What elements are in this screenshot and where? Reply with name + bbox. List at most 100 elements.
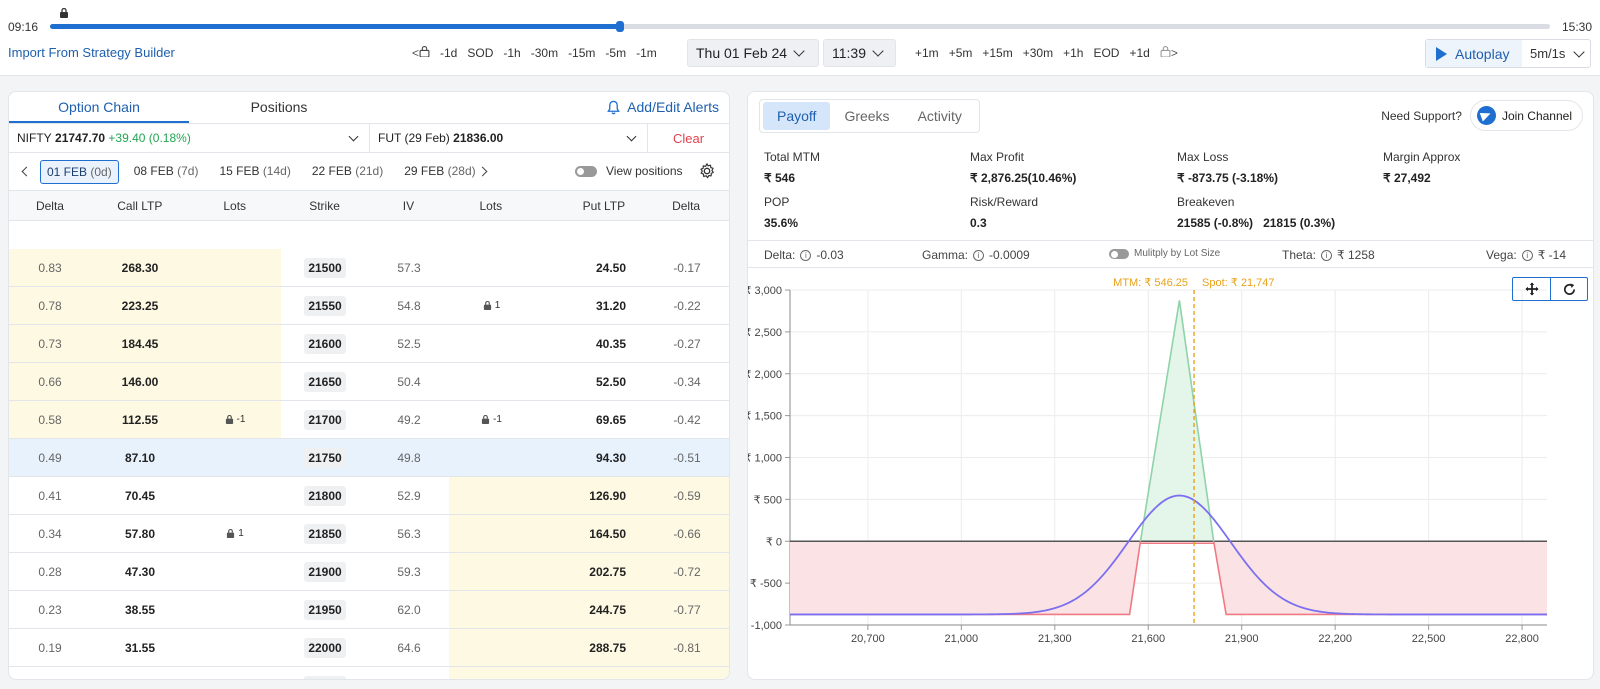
col-put-delta: Delta xyxy=(672,198,701,213)
clear-button[interactable]: Clear xyxy=(648,124,729,152)
table-row[interactable]: 0.73 184.45 21600 52.5 40.35 -0.27 xyxy=(9,325,729,363)
call-ltp-cell[interactable]: 87.10 xyxy=(91,439,189,476)
tab-greeks[interactable]: Greeks xyxy=(830,102,903,130)
put-lots-cell xyxy=(449,629,534,666)
put-lots-cell xyxy=(449,439,534,476)
greek-vega: Vega: i ₹ -14 xyxy=(1486,248,1566,262)
autoplay-button[interactable]: Autoplay xyxy=(1426,40,1522,67)
step-forward-1m[interactable]: +1m xyxy=(910,44,944,62)
step-back-30m[interactable]: -30m xyxy=(526,44,563,62)
lot-indicator: -1 xyxy=(481,414,502,425)
put-ltp-cell[interactable]: 24.50 xyxy=(534,249,644,286)
step-forward-5m[interactable]: +5m xyxy=(944,44,978,62)
put-ltp-cell[interactable]: 288.75 xyxy=(534,629,644,666)
expiry-chip[interactable]: 01 FEB (0d) xyxy=(40,159,119,184)
put-ltp-cell[interactable]: 126.90 xyxy=(534,477,644,514)
speed-select[interactable]: 5m/1s xyxy=(1522,45,1586,61)
step-back-1m[interactable]: -1m xyxy=(631,44,662,62)
table-row[interactable]: 0.58 112.55 -1 21700 49.2 -1 69.65 -0.42 xyxy=(9,401,729,439)
tab-activity[interactable]: Activity xyxy=(904,102,976,130)
step-back-1d[interactable]: -1d xyxy=(435,44,462,62)
reset-zoom-button[interactable] xyxy=(1550,278,1587,300)
put-ltp-cell[interactable]: 40.35 xyxy=(534,325,644,362)
info-icon[interactable]: i xyxy=(1521,249,1533,261)
table-row[interactable]: 0.23 38.55 21950 62.0 244.75 -0.77 xyxy=(9,591,729,629)
chevron-left-icon[interactable] xyxy=(21,166,32,177)
view-positions-toggle[interactable]: View positions xyxy=(575,164,683,178)
date-picker[interactable]: Thu 01 Feb 24 xyxy=(687,39,819,67)
call-ltp-cell[interactable]: 146.00 xyxy=(91,363,189,400)
put-ltp-cell[interactable]: 31.20 xyxy=(534,287,644,324)
call-ltp-cell[interactable]: 112.55 xyxy=(91,401,189,438)
index-selector[interactable]: NIFTY 21747.70 +39.40 (0.18%) xyxy=(9,124,370,152)
pan-button[interactable] xyxy=(1513,278,1550,300)
call-ltp-cell[interactable]: 25.75 xyxy=(91,667,189,680)
join-channel-button[interactable]: Join Channel xyxy=(1469,100,1583,131)
table-row[interactable]: 0.28 47.30 21900 59.3 202.75 -0.72 xyxy=(9,553,729,591)
call-ltp-cell[interactable]: 223.25 xyxy=(91,287,189,324)
step-back-5m[interactable]: -5m xyxy=(600,44,631,62)
put-delta-cell: -0.59 xyxy=(644,477,729,514)
table-row[interactable]: 0.34 57.80 1 21850 56.3 164.50 -0.66 xyxy=(9,515,729,553)
tab-payoff[interactable]: Payoff xyxy=(763,102,831,130)
step-back-SOD[interactable]: SOD xyxy=(462,44,498,62)
call-ltp-cell[interactable]: 38.55 xyxy=(91,591,189,628)
step-back-15m[interactable]: -15m xyxy=(563,44,600,62)
put-ltp-cell[interactable]: 52.50 xyxy=(534,363,644,400)
expiry-chip[interactable]: 22 FEB (21d) xyxy=(306,160,389,184)
step-forward-EOD[interactable]: EOD xyxy=(1088,44,1124,62)
gear-icon[interactable] xyxy=(698,162,716,180)
col-iv: IV xyxy=(402,198,415,213)
call-ltp-cell[interactable]: 31.55 xyxy=(91,629,189,666)
put-ltp-cell[interactable]: 244.75 xyxy=(534,591,644,628)
put-lots-cell xyxy=(449,477,534,514)
add-edit-alerts-button[interactable]: Add/Edit Alerts xyxy=(606,99,719,115)
table-row[interactable]: 0.83 268.30 21500 57.3 24.50 -0.17 xyxy=(9,249,729,287)
put-ltp-cell[interactable]: 202.75 xyxy=(534,553,644,590)
toggle-switch[interactable] xyxy=(1109,248,1129,259)
next-lock-button[interactable]: > xyxy=(1155,44,1183,62)
import-strategy-link[interactable]: Import From Strategy Builder xyxy=(8,45,175,60)
payoff-chart-svg[interactable]: ₹ 3,000 ₹ 2,500 ₹ 2,000 ₹ 1,500 ₹ 1,000 ₹ 500… xyxy=(748,269,1594,680)
info-icon[interactable]: i xyxy=(1321,249,1333,261)
stat-total-mtm: Total MTM ₹ 546 xyxy=(764,150,820,185)
call-ltp-cell[interactable]: 47.30 xyxy=(91,553,189,590)
expiry-chip[interactable]: 29 FEB (28d) xyxy=(398,160,477,184)
put-ltp-cell[interactable]: 94.30 xyxy=(534,439,644,476)
tab-positions[interactable]: Positions xyxy=(189,92,369,123)
multiply-lot-size-toggle[interactable]: Mulitply by Lot Size xyxy=(1109,248,1220,259)
future-name: FUT (29 Feb) xyxy=(378,131,450,145)
call-ltp-cell[interactable]: 184.45 xyxy=(91,325,189,362)
step-forward-1h[interactable]: +1h xyxy=(1058,44,1088,62)
info-icon[interactable]: i xyxy=(973,249,985,261)
time-picker[interactable]: 11:39 xyxy=(823,39,896,67)
put-ltp-cell[interactable]: 331.65 xyxy=(534,667,644,679)
expiry-chip[interactable]: 15 FEB (14d) xyxy=(213,160,296,184)
tab-option-chain[interactable]: Option Chain xyxy=(9,92,189,123)
step-forward-15m[interactable]: +15m xyxy=(977,44,1017,62)
toggle-switch[interactable] xyxy=(575,165,597,177)
table-row[interactable]: 0.41 70.45 21800 52.9 126.90 -0.59 xyxy=(9,477,729,515)
table-row[interactable]: 0.49 87.10 21750 49.8 94.30 -0.51 xyxy=(9,439,729,477)
step-forward-1d[interactable]: +1d xyxy=(1124,44,1154,62)
timeline-slider[interactable] xyxy=(50,21,1550,32)
timeline-handle[interactable] xyxy=(616,21,624,32)
future-selector[interactable]: FUT (29 Feb) 21836.00 xyxy=(370,124,648,152)
call-ltp-cell[interactable]: 70.45 xyxy=(91,477,189,514)
put-ltp-cell[interactable]: 164.50 xyxy=(534,515,644,552)
expiry-chip[interactable]: 08 FEB (7d) xyxy=(128,160,205,184)
table-row[interactable]: 0.78 223.25 21550 54.8 1 31.20 -0.22 xyxy=(9,287,729,325)
info-icon[interactable]: i xyxy=(800,249,812,261)
step-back-1h[interactable]: -1h xyxy=(498,44,525,62)
prev-lock-button[interactable]: < xyxy=(407,44,435,62)
table-row[interactable]: 0.1625.75 22050 67.1 331.65-0.84 xyxy=(9,667,729,680)
table-row[interactable]: 0.66 146.00 21650 50.4 52.50 -0.34 xyxy=(9,363,729,401)
call-ltp-cell[interactable]: 57.80 xyxy=(91,515,189,552)
put-ltp-cell[interactable]: 69.65 xyxy=(534,401,644,438)
step-forward-30m[interactable]: +30m xyxy=(1018,44,1058,62)
chevron-right-icon[interactable] xyxy=(477,166,488,177)
call-ltp-cell[interactable]: 268.30 xyxy=(91,249,189,286)
table-row[interactable]: 0.19 31.55 22000 64.6 288.75 -0.81 xyxy=(9,629,729,667)
payoff-panel: Payoff Greeks Activity Need Support? Joi… xyxy=(747,91,1594,680)
put-delta-cell: -0.77 xyxy=(644,591,729,628)
